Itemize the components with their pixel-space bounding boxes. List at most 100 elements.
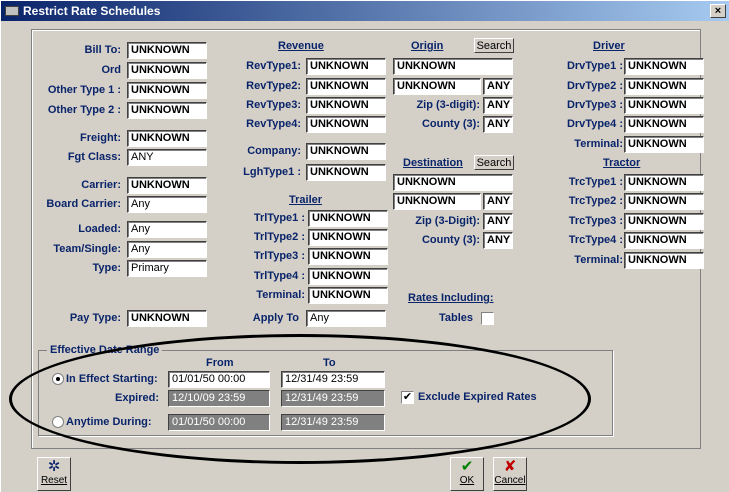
drvtype3-field[interactable]: UNKNOWN — [624, 97, 704, 114]
exclude-expired-label: Exclude Expired Rates — [418, 391, 537, 403]
origin-zip-field[interactable]: ANY — [483, 97, 513, 114]
drvtype4-field[interactable]: UNKNOWN — [624, 116, 704, 133]
revtype1-field[interactable]: UNKNOWN — [306, 58, 386, 75]
ord-field[interactable]: UNKNOWN — [127, 62, 207, 79]
freight-label: Freight: — [80, 132, 121, 144]
team-single-field[interactable]: Any — [127, 241, 207, 258]
destination-state-any-field[interactable]: ANY — [483, 193, 513, 210]
trltype4-field[interactable]: UNKNOWN — [308, 268, 388, 285]
type-label: Type: — [92, 262, 121, 274]
window-title: Restrict Rate Schedules — [23, 4, 161, 18]
cancel-button[interactable]: ✘ Cancel — [493, 457, 527, 491]
reset-label: Reset — [40, 475, 68, 486]
trctype1-label: TrcType1 : — [568, 176, 623, 188]
freight-field[interactable]: UNKNOWN — [127, 130, 207, 147]
x-icon: ✘ — [503, 458, 517, 475]
origin-county-field[interactable]: ANY — [483, 116, 513, 133]
origin-city-field[interactable]: UNKNOWN — [393, 58, 513, 75]
other-type2-field[interactable]: UNKNOWN — [127, 102, 207, 119]
close-button[interactable]: × — [710, 4, 726, 18]
tractor-terminal-label: Terminal: — [574, 254, 623, 266]
tables-label: Tables — [438, 312, 473, 324]
destination-county-label: County (3): — [421, 234, 480, 246]
tractor-header: Tractor — [603, 157, 641, 169]
trltype3-label: TrlType3 : — [253, 250, 305, 262]
pay-type-label: Pay Type: — [69, 312, 121, 324]
expired-label: Expired: — [114, 392, 159, 404]
pay-type-field[interactable]: UNKNOWN — [127, 310, 207, 327]
destination-city-field[interactable]: UNKNOWN — [393, 174, 513, 191]
company-field[interactable]: UNKNOWN — [306, 143, 386, 160]
in-effect-radio[interactable] — [52, 373, 64, 385]
destination-header: Destination — [403, 157, 463, 169]
checkmark-icon: ✔ — [460, 458, 474, 475]
trctype3-label: TrcType3 : — [568, 215, 623, 227]
trltype3-field[interactable]: UNKNOWN — [308, 248, 388, 265]
carrier-field[interactable]: UNKNOWN — [127, 177, 207, 194]
exclude-expired-checkbox[interactable]: ✔ — [401, 391, 414, 404]
origin-search-button[interactable]: Search — [474, 38, 514, 53]
origin-county-label: County (3): — [421, 118, 480, 130]
origin-state-any-field[interactable]: ANY — [483, 78, 513, 95]
revtype2-label: RevType2: — [246, 80, 301, 92]
trctype4-field[interactable]: UNKNOWN — [624, 232, 704, 249]
destination-county-field[interactable]: ANY — [483, 232, 513, 249]
trctype3-field[interactable]: UNKNOWN — [624, 213, 704, 230]
trctype2-field[interactable]: UNKNOWN — [624, 193, 704, 210]
effective-date-range-title: Effective Date Range — [47, 344, 163, 356]
team-single-label: Team/Single: — [53, 243, 121, 255]
drvtype2-field[interactable]: UNKNOWN — [624, 78, 704, 95]
cancel-label: Cancel — [494, 475, 526, 486]
ok-button[interactable]: ✔ OK — [450, 457, 484, 491]
board-carrier-field[interactable]: Any — [127, 196, 207, 213]
ord-label: Ord — [101, 64, 121, 76]
driver-terminal-field[interactable]: UNKNOWN — [624, 136, 704, 153]
expired-from-field: 12/10/09 23:59 — [168, 390, 270, 407]
trltype2-field[interactable]: UNKNOWN — [308, 229, 388, 246]
drvtype1-field[interactable]: UNKNOWN — [624, 58, 704, 75]
trailer-terminal-label: Terminal: — [256, 289, 305, 301]
in-effect-from-field[interactable]: 01/01/50 00:00 — [168, 371, 270, 388]
bill-to-field[interactable]: UNKNOWN — [127, 42, 207, 59]
loaded-field[interactable]: Any — [127, 221, 207, 238]
revtype3-field[interactable]: UNKNOWN — [306, 97, 386, 114]
lghtype1-field[interactable]: UNKNOWN — [306, 164, 386, 181]
destination-zip-label: Zip (3-Digit): — [415, 215, 480, 227]
origin-header: Origin — [411, 40, 444, 52]
revenue-header: Revenue — [278, 40, 324, 52]
type-field[interactable]: Primary — [127, 260, 207, 277]
origin-state-field[interactable]: UNKNOWN — [393, 78, 481, 95]
trctype1-field[interactable]: UNKNOWN — [624, 174, 704, 191]
app-icon — [5, 6, 19, 16]
fgt-class-field[interactable]: ANY — [127, 149, 207, 166]
revtype1-label: RevType1: — [246, 60, 301, 72]
trctype2-label: TrcType2 : — [568, 195, 623, 207]
destination-state-field[interactable]: UNKNOWN — [393, 193, 481, 210]
tables-checkbox[interactable] — [481, 312, 494, 325]
apply-to-field[interactable]: Any — [306, 310, 386, 327]
trailer-terminal-field[interactable]: UNKNOWN — [308, 287, 388, 304]
anytime-label: Anytime During: — [66, 416, 152, 428]
restrict-rate-schedules-window: Restrict Rate Schedules × Bill To: UNKNO… — [0, 0, 729, 492]
apply-to-label: Apply To — [252, 312, 299, 324]
trltype1-field[interactable]: UNKNOWN — [308, 210, 388, 227]
anytime-from-field: 01/01/50 00:00 — [168, 414, 270, 431]
destination-zip-field[interactable]: ANY — [483, 213, 513, 230]
anytime-radio[interactable] — [52, 416, 64, 428]
fgt-class-label: Fgt Class: — [67, 151, 121, 163]
tractor-terminal-field[interactable]: UNKNOWN — [624, 252, 704, 269]
revtype2-field[interactable]: UNKNOWN — [306, 78, 386, 95]
trctype4-label: TrcType4 : — [568, 234, 623, 246]
destination-search-button[interactable]: Search — [474, 155, 514, 170]
to-header: To — [323, 357, 336, 369]
revtype4-field[interactable]: UNKNOWN — [306, 116, 386, 133]
company-label: Company: — [247, 145, 301, 157]
other-type1-label: Other Type 1 : — [47, 84, 121, 96]
trltype2-label: TrlType2 : — [253, 231, 305, 243]
reset-icon: ✲ — [47, 458, 61, 475]
reset-button[interactable]: ✲ Reset — [37, 457, 71, 491]
other-type1-field[interactable]: UNKNOWN — [127, 82, 207, 99]
in-effect-to-field[interactable]: 12/31/49 23:59 — [281, 371, 385, 388]
drvtype3-label: DrvType3 : — [566, 99, 623, 111]
loaded-label: Loaded: — [78, 223, 121, 235]
